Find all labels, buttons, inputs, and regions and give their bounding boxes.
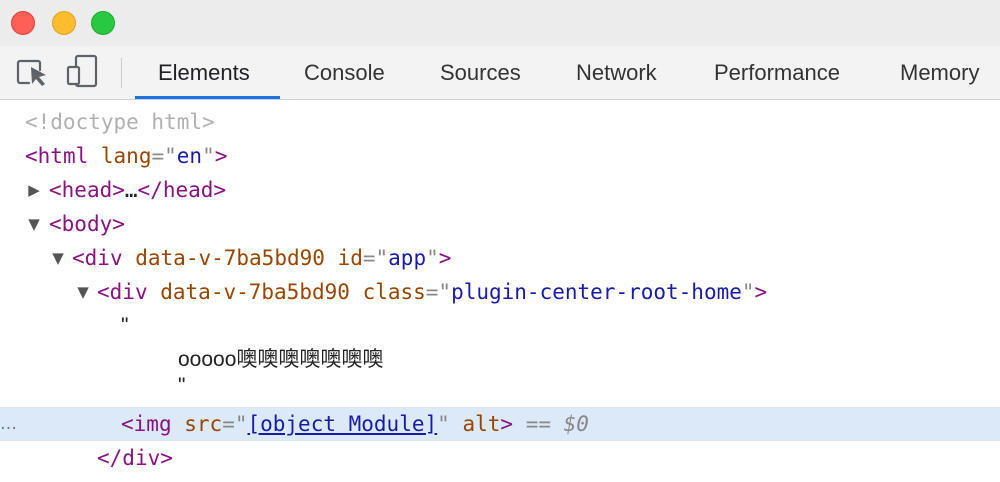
tab-performance[interactable]: Performance — [714, 46, 840, 99]
tree-row-text-close-quote[interactable]: " — [0, 369, 1000, 403]
tab-console[interactable]: Console — [304, 46, 385, 99]
tab-sources[interactable]: Sources — [440, 46, 521, 99]
head-collapsed-tag: <head>…</head> — [49, 178, 227, 202]
img-src-link[interactable]: [object Module] — [247, 412, 437, 436]
device-toolbar-icon[interactable] — [62, 46, 102, 99]
toolbar-separator — [121, 58, 122, 88]
maximize-window-button[interactable] — [91, 11, 115, 35]
tree-row-head[interactable]: ▶ <head>…</head> — [0, 173, 1000, 207]
tab-network[interactable]: Network — [576, 46, 657, 99]
html-open-tag: <html lang="en"> — [25, 144, 228, 168]
tree-row-img-selected[interactable]: … <img src="[object Module]" alt> == $0 — [0, 407, 1000, 441]
collapse-arrow-icon[interactable]: ▼ — [27, 207, 41, 241]
app-div-open-tag: <div data-v-7ba5bd90 id="app"> — [72, 246, 452, 270]
active-tab-indicator — [135, 96, 280, 99]
devtools-toolbar: Elements Console Sources Network Perform… — [0, 46, 1000, 100]
tab-elements[interactable]: Elements — [158, 46, 250, 99]
text-node-close-quote: " — [178, 374, 186, 397]
div-close-tag: </div> — [97, 446, 173, 470]
inspect-element-icon[interactable] — [12, 46, 52, 99]
row-options-ellipsis-icon[interactable]: … — [0, 407, 17, 441]
img-tag: <img src="[object Module]" alt> == $0 — [121, 412, 589, 436]
expand-arrow-icon[interactable]: ▶ — [27, 173, 41, 207]
tree-row-html[interactable]: <html lang="en"> — [0, 139, 1000, 173]
tree-row-text-open-quote[interactable]: " — [0, 309, 1000, 343]
tree-row-body[interactable]: ▼ <body> — [0, 207, 1000, 241]
tree-row-close-div[interactable]: </div> — [0, 441, 1000, 475]
text-node-open-quote: " — [121, 314, 129, 337]
home-div-open-tag: <div data-v-7ba5bd90 class="plugin-cente… — [97, 280, 768, 304]
tree-row-doctype[interactable]: <!doctype html> — [0, 105, 1000, 139]
collapse-arrow-icon[interactable]: ▼ — [51, 241, 65, 275]
tree-row-app-div[interactable]: ▼ <div data-v-7ba5bd90 id="app"> — [0, 241, 1000, 275]
tab-memory[interactable]: Memory — [900, 46, 979, 99]
doctype-text: <!doctype html> — [25, 110, 215, 134]
close-window-button[interactable] — [11, 11, 35, 35]
tree-row-home-div[interactable]: ▼ <div data-v-7ba5bd90 class="plugin-cen… — [0, 275, 1000, 309]
dom-tree: <!doctype html> <html lang="en"> ▶ <head… — [0, 100, 1000, 482]
collapse-arrow-icon[interactable]: ▼ — [76, 275, 90, 309]
window-titlebar — [0, 0, 1000, 47]
minimize-window-button[interactable] — [52, 11, 76, 35]
body-open-tag: <body> — [49, 212, 125, 236]
